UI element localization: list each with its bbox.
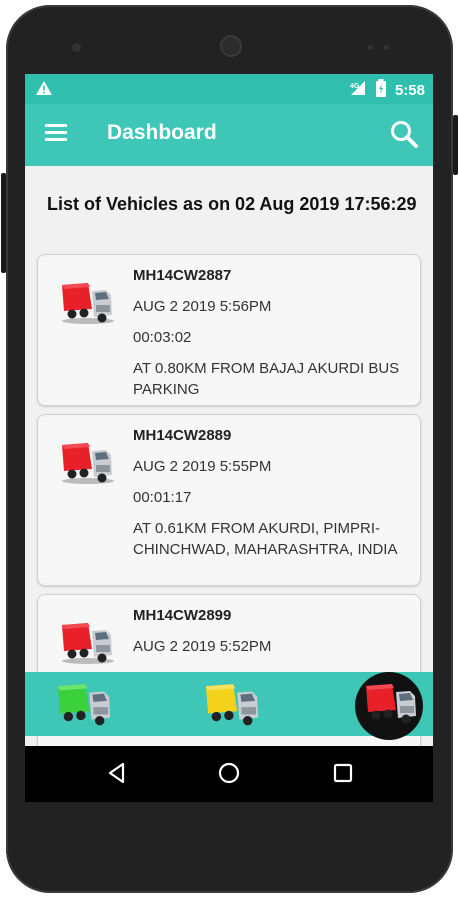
vehicle-id: MH14CW2887	[133, 267, 232, 284]
red-truck-icon	[58, 279, 114, 325]
red-truck-icon	[58, 619, 114, 665]
vehicle-card[interactable]: MH14CW2887 AUG 2 2019 5:56PM 00:03:02 AT…	[37, 254, 421, 406]
search-icon[interactable]	[389, 119, 419, 149]
svg-text:4G: 4G	[350, 83, 360, 90]
vehicle-duration: 00:03:02	[133, 329, 192, 346]
warning-icon	[35, 80, 53, 101]
page-title: Dashboard	[107, 121, 217, 144]
red-truck-icon	[58, 439, 114, 485]
bottom-nav	[25, 672, 433, 740]
vehicle-location: AT 0.80KM FROM BAJAJ AKURDI BUS PARKING	[133, 360, 400, 398]
home-icon[interactable]	[217, 761, 241, 790]
vehicle-datetime: AUG 2 2019 5:55PM	[133, 458, 272, 475]
yellow-truck-icon[interactable]	[201, 680, 261, 728]
vehicle-datetime: AUG 2 2019 5:56PM	[133, 298, 272, 315]
back-icon[interactable]	[105, 761, 129, 790]
status-bar: 4G 5:58	[25, 74, 433, 104]
signal-icon: 4G	[349, 79, 367, 101]
vehicle-id: MH14CW2899	[133, 607, 232, 624]
status-time: 5:58	[394, 81, 425, 99]
app-bar: Dashboard	[25, 104, 433, 166]
battery-icon	[375, 79, 387, 101]
recents-icon[interactable]	[331, 761, 355, 790]
menu-icon[interactable]	[45, 124, 67, 142]
red-truck-icon	[361, 680, 421, 728]
sensor-dot	[384, 45, 389, 50]
vehicle-card[interactable]: MH14CW2889 AUG 2 2019 5:55PM 00:01:17 AT…	[37, 414, 421, 586]
phone-side-button-right	[453, 115, 458, 175]
screen: 4G 5:58 Dashboard List of Vehicles as on…	[25, 74, 433, 802]
vehicle-location: AT 0.61KM FROM AKURDI, PIMPRI-CHINCHWAD,…	[133, 520, 398, 558]
system-nav-bar	[25, 746, 433, 802]
vehicle-datetime: AUG 2 2019 5:52PM	[133, 638, 272, 655]
vehicle-list-header: List of Vehicles as on 02 Aug 2019 17:56…	[47, 194, 417, 214]
red-truck-active-button[interactable]	[355, 672, 423, 740]
green-truck-icon[interactable]	[53, 680, 113, 728]
sensor-dot	[368, 45, 373, 50]
vehicle-duration: 00:01:17	[133, 489, 192, 506]
front-sensor	[72, 43, 81, 52]
vehicle-id: MH14CW2889	[133, 427, 232, 444]
phone-side-button	[1, 173, 6, 273]
front-camera	[220, 35, 242, 57]
